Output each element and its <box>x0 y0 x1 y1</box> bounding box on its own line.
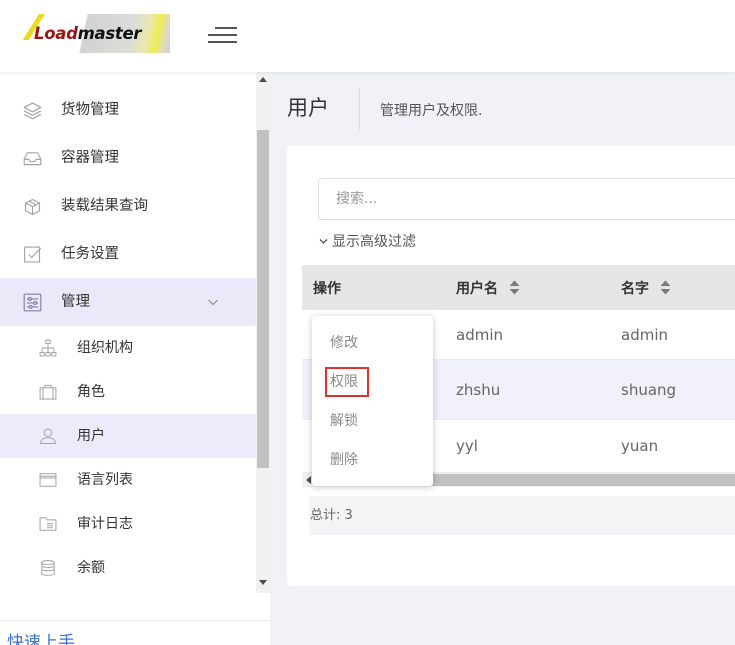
sidebar: 货物管理 容器管理 装载结果查询 任务设置 管理 组织机构 角色 用户 语言列表… <box>0 72 270 645</box>
hamburger-icon[interactable] <box>208 27 237 44</box>
sidebar-subitem-users[interactable]: 用户 <box>0 414 256 458</box>
title-divider <box>359 88 360 130</box>
cell-name: yuan <box>621 437 659 455</box>
checkbox-icon <box>24 246 42 263</box>
sidebar-subitem-label: 角色 <box>77 384 105 400</box>
sidebar-item-task-settings[interactable]: 任务设置 <box>0 230 256 278</box>
chevron-down-icon <box>319 239 328 244</box>
scrollbar-thumb[interactable] <box>257 130 269 468</box>
scroll-left-arrow-icon[interactable] <box>306 476 311 484</box>
sidebar-item-label: 管理 <box>61 294 90 310</box>
cell-username: yyl <box>456 437 478 455</box>
advanced-filter-toggle[interactable]: 显示高级过滤 <box>318 233 428 251</box>
logo-text: Loadmaster <box>34 24 141 44</box>
menu-item-label: 修改 <box>330 335 358 351</box>
cell-name: shuang <box>621 381 677 399</box>
window-icon <box>39 473 57 487</box>
file-icon <box>39 517 57 531</box>
table-footer: 总计: 3 <box>309 496 735 535</box>
sidebar-subitem-label: 余额 <box>77 560 105 576</box>
scroll-up-arrow-icon[interactable] <box>259 77 267 82</box>
scroll-down-arrow-icon[interactable] <box>259 580 267 585</box>
sidebar-subitem-audit-log[interactable]: 审计日志 <box>0 502 256 546</box>
user-icon <box>39 428 57 444</box>
chevron-down-icon[interactable] <box>207 297 219 307</box>
sidebar-subitem-label: 审计日志 <box>77 516 133 532</box>
sort-icon[interactable] <box>509 280 520 295</box>
coins-icon <box>41 560 55 576</box>
sidebar-subitem-label: 用户 <box>77 428 105 444</box>
sidebar-subitem-roles[interactable]: 角色 <box>0 370 256 414</box>
menu-item-label: 解锁 <box>330 413 358 429</box>
column-header-label: 操作 <box>313 280 341 297</box>
sidebar-item-label: 容器管理 <box>61 150 119 166</box>
main-content: 用户 管理用户及权限. 显示高级过滤 操作 用户名 名字 admin admin <box>270 72 735 645</box>
sidebar-subitem-languages[interactable]: 语言列表 <box>0 458 256 502</box>
advanced-filter-label: 显示高级过滤 <box>332 234 416 250</box>
sort-icon[interactable] <box>660 280 671 295</box>
org-chart-icon <box>39 339 57 357</box>
total-count: 总计: 3 <box>310 508 353 523</box>
logo-text-master: master <box>77 24 142 43</box>
menu-item-delete[interactable]: 删除 <box>312 439 433 478</box>
sidebar-subitem-label: 语言列表 <box>77 472 133 488</box>
cell-name: admin <box>621 326 668 344</box>
inbox-icon <box>23 152 42 166</box>
sidebar-item-label: 货物管理 <box>61 102 119 118</box>
cell-username: admin <box>456 326 503 344</box>
sidebar-item-cargo-management[interactable]: 货物管理 <box>0 86 256 134</box>
column-header-actions: 操作 <box>313 265 341 310</box>
sidebar-item-label: 任务设置 <box>61 246 119 262</box>
menu-item-label: 删除 <box>330 452 358 468</box>
page-subtitle: 管理用户及权限. <box>380 103 483 119</box>
sidebar-item-label: 装载结果查询 <box>61 198 148 214</box>
page-title: 用户 <box>287 96 329 120</box>
cell-username: zhshu <box>456 381 501 399</box>
sidebar-item-container-management[interactable]: 容器管理 <box>0 134 256 182</box>
table-header: 操作 用户名 名字 <box>302 265 735 310</box>
sidebar-subitem-label: 组织机构 <box>77 340 133 356</box>
layers-icon <box>23 102 42 120</box>
sidebar-scrollbar[interactable] <box>256 72 270 593</box>
briefcase-icon <box>39 384 57 400</box>
top-header: Loadmaster <box>0 0 735 72</box>
package-icon <box>24 198 41 215</box>
row-actions-menu: 修改 权限 解锁 删除 <box>312 316 433 486</box>
sidebar-divider <box>0 620 270 621</box>
sliders-icon <box>23 293 42 312</box>
hamburger-line <box>215 27 237 29</box>
quick-start-link[interactable]: 快速上手 <box>7 632 97 645</box>
sidebar-subitem-organization[interactable]: 组织机构 <box>0 326 256 370</box>
sidebar-item-loading-results[interactable]: 装载结果查询 <box>0 182 256 230</box>
hamburger-line <box>208 34 237 36</box>
menu-item-edit[interactable]: 修改 <box>312 322 433 361</box>
column-header-label: 名字 <box>621 280 649 297</box>
search-input[interactable] <box>318 178 735 220</box>
sidebar-subitem-balance[interactable]: 余额 <box>0 546 256 590</box>
column-header-label: 用户名 <box>456 280 498 297</box>
column-header-name[interactable]: 名字 <box>621 265 671 310</box>
hamburger-line <box>208 41 237 43</box>
logo[interactable]: Loadmaster <box>15 14 170 53</box>
menu-item-permissions[interactable]: 权限 <box>312 361 433 400</box>
menu-item-label: 权限 <box>325 366 369 397</box>
sidebar-item-management[interactable]: 管理 <box>0 278 256 326</box>
column-header-username[interactable]: 用户名 <box>456 265 520 310</box>
menu-item-unlock[interactable]: 解锁 <box>312 400 433 439</box>
users-card: 显示高级过滤 操作 用户名 名字 admin admin zhshu shuan… <box>287 146 735 586</box>
logo-text-load: Load <box>34 24 78 43</box>
